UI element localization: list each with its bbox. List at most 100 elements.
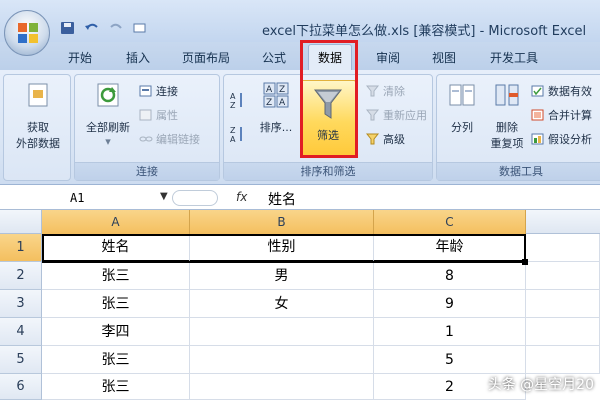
edit-links-button[interactable]: 编辑链接 [139, 131, 200, 147]
reapply-button[interactable]: 重新应用 [365, 107, 427, 123]
cell-b3[interactable]: 女 [190, 290, 374, 318]
cell-a4[interactable]: 李四 [42, 318, 190, 346]
advanced-filter-icon [365, 132, 380, 146]
refresh-icon [94, 81, 122, 109]
cell-a1[interactable]: 姓名 [42, 234, 190, 262]
cell-c1[interactable]: 年龄 [374, 234, 526, 262]
consolidate-icon [531, 108, 545, 122]
cell-d3[interactable] [526, 290, 600, 318]
cell-a3[interactable]: 张三 [42, 290, 190, 318]
connections-icon [139, 84, 153, 98]
tab-formulas[interactable]: 公式 [262, 49, 286, 66]
column-header-d[interactable] [526, 210, 600, 234]
clear-filter-icon [365, 84, 380, 98]
office-button[interactable] [4, 10, 50, 56]
cell-d5[interactable] [526, 346, 600, 374]
refresh-all-button[interactable]: 全部刷新 ▾ [79, 81, 137, 148]
column-header-a[interactable]: A [42, 210, 190, 234]
sort-descending-button[interactable]: ZA [230, 125, 244, 144]
select-all-corner[interactable] [0, 210, 42, 234]
filter-button[interactable]: 筛选 [300, 80, 356, 157]
row-header-6[interactable]: 6 [0, 374, 42, 400]
cell-a5[interactable]: 张三 [42, 346, 190, 374]
tab-insert[interactable]: 插入 [126, 49, 150, 66]
cell-b4[interactable] [190, 318, 374, 346]
cell-d4[interactable] [526, 318, 600, 346]
split-columns-icon [448, 81, 476, 109]
text-to-columns-button[interactable]: 分列 [441, 81, 483, 135]
connections-button[interactable]: 连接 [139, 83, 178, 99]
svg-text:Z: Z [230, 101, 236, 109]
cell-d1[interactable] [526, 234, 600, 262]
reapply-icon [365, 108, 380, 122]
row-header-3[interactable]: 3 [0, 290, 42, 318]
worksheet-grid: A B C 1 2 3 4 5 6 姓名 性别 年龄 张三 男 8 张三 女 9… [0, 210, 600, 400]
external-data-icon [24, 81, 52, 109]
cell-c4[interactable]: 1 [374, 318, 526, 346]
remove-duplicates-button[interactable]: 删除 重复项 [485, 81, 529, 151]
data-validation-button[interactable]: 数据有效 [531, 83, 592, 99]
tab-data[interactable]: 数据 [308, 44, 353, 70]
sort-az-icon: AZ [230, 91, 244, 110]
filter-funnel-icon [313, 89, 343, 119]
what-if-analysis-button[interactable]: 假设分析 [531, 131, 592, 147]
group-connections: 全部刷新 ▾ 连接 属性 编辑链接 连接 [74, 74, 220, 181]
undo-icon[interactable] [84, 20, 100, 34]
svg-text:A: A [266, 85, 273, 95]
clear-filter-button[interactable]: 清除 [365, 83, 405, 99]
tab-page-layout[interactable]: 页面布局 [182, 49, 230, 66]
sort-ascending-button[interactable]: AZ [230, 91, 244, 110]
advanced-filter-button[interactable]: 高级 [365, 131, 405, 147]
cell-b1[interactable]: 性别 [190, 234, 374, 262]
row-header-2[interactable]: 2 [0, 262, 42, 290]
svg-text:A: A [279, 98, 286, 108]
save-icon[interactable] [60, 20, 76, 34]
cell-b2[interactable]: 男 [190, 262, 374, 290]
column-header-b[interactable]: B [190, 210, 374, 234]
insert-function-icon[interactable]: fx [236, 190, 247, 204]
cell-a6[interactable]: 张三 [42, 374, 190, 400]
redo-icon[interactable] [108, 20, 124, 34]
svg-text:Z: Z [230, 126, 236, 135]
office-logo-icon [18, 23, 38, 43]
name-box-dropdown-icon[interactable]: ▼ [160, 191, 168, 202]
tab-review[interactable]: 审阅 [376, 49, 400, 66]
cell-b5[interactable] [190, 346, 374, 374]
tab-view[interactable]: 视图 [432, 49, 456, 66]
window-title: excel下拉菜单怎么做.xls [兼容模式] - Microsoft Exce… [262, 24, 587, 39]
formula-bar-divider [172, 190, 218, 206]
ribbon-tabs: 开始 插入 页面布局 公式 数据 审阅 视图 开发工具 [0, 42, 600, 70]
sort-button[interactable]: AZZA 排序... [254, 81, 298, 135]
cell-c2[interactable]: 8 [374, 262, 526, 290]
row-header-1[interactable]: 1 [0, 234, 42, 262]
row-header-5[interactable]: 5 [0, 346, 42, 374]
chevron-down-icon: ▾ [105, 135, 111, 148]
get-external-data-button[interactable]: 获取 外部数据 [8, 81, 68, 151]
validation-icon [531, 84, 545, 98]
fill-handle[interactable] [522, 259, 528, 265]
watermark: 头条 @星空月20 [487, 377, 594, 393]
cell-d2[interactable] [526, 262, 600, 290]
properties-button[interactable]: 属性 [139, 107, 178, 123]
cell-c3[interactable]: 9 [374, 290, 526, 318]
row-header-4[interactable]: 4 [0, 318, 42, 346]
svg-text:A: A [230, 135, 236, 143]
formula-bar: A1 ▼ fx 姓名 [0, 186, 600, 210]
customize-qat-icon[interactable] [132, 20, 148, 34]
consolidate-button[interactable]: 合并计算 [531, 107, 592, 123]
tab-home[interactable]: 开始 [68, 49, 92, 66]
tab-developer[interactable]: 开发工具 [490, 49, 538, 66]
sort-dialog-icon: AZZA [262, 81, 290, 109]
formula-input[interactable]: 姓名 [268, 189, 296, 209]
quick-access-toolbar [60, 20, 148, 34]
name-box[interactable]: A1 [0, 188, 172, 208]
sort-za-icon: ZA [230, 125, 244, 144]
column-header-c[interactable]: C [374, 210, 526, 234]
group-get-external-data: 获取 外部数据 [3, 74, 71, 181]
title-bar: excel下拉菜单怎么做.xls [兼容模式] - Microsoft Exce… [0, 0, 600, 42]
what-if-icon [531, 132, 545, 146]
cell-a2[interactable]: 张三 [42, 262, 190, 290]
cell-c5[interactable]: 5 [374, 346, 526, 374]
properties-icon [139, 108, 153, 122]
cell-b6[interactable] [190, 374, 374, 400]
